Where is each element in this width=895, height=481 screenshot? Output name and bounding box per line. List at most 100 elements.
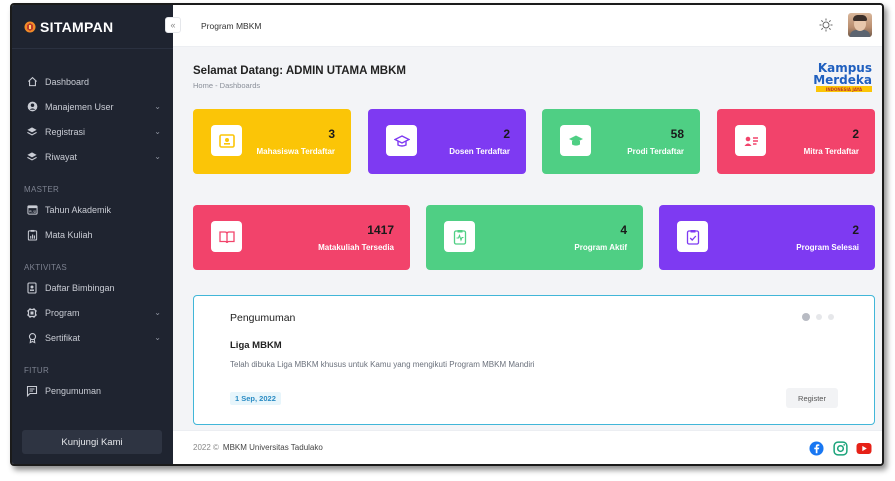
collapse-sidebar-button[interactable]: « bbox=[165, 17, 181, 33]
sidebar-item-daftar-bimbingan[interactable]: Daftar Bimbingan bbox=[12, 275, 173, 300]
card-value: 58 bbox=[670, 127, 684, 141]
card-value: 1417 bbox=[367, 223, 394, 237]
calendar-icon: Aug bbox=[26, 204, 38, 216]
card-label: Program Aktif bbox=[574, 243, 627, 252]
card-value: 2 bbox=[503, 127, 510, 141]
layers-icon bbox=[26, 126, 38, 138]
id-card-icon bbox=[26, 281, 38, 294]
sidebar-nav: Dashboard Manajemen User ⌄ Registrasi ⌄ bbox=[12, 69, 173, 403]
clipboard-chart-icon bbox=[26, 229, 38, 241]
carousel-dots[interactable] bbox=[802, 313, 834, 321]
app-window: SITAMPAN Dashboard Manajemen User ⌄ Regi… bbox=[10, 3, 884, 466]
card-program-aktif[interactable]: 4 Program Aktif bbox=[426, 205, 643, 270]
kampus-merdeka-logo: Kampus Merdeka INDONESIA JAYA bbox=[813, 61, 872, 92]
sidebar-item-label: Tahun Akademik bbox=[45, 204, 112, 215]
chevron-down-icon: ⌄ bbox=[154, 308, 161, 317]
visit-us-button[interactable]: Kunjungi Kami bbox=[22, 430, 162, 454]
graduation-cap-icon bbox=[386, 125, 417, 156]
award-icon bbox=[26, 332, 38, 344]
sidebar-item-sertifikat[interactable]: Sertifikat ⌄ bbox=[12, 325, 173, 350]
svg-text:Merdeka: Merdeka bbox=[813, 73, 872, 87]
brand-logo-icon bbox=[24, 21, 36, 32]
contact-card-icon bbox=[735, 125, 766, 156]
card-value: 2 bbox=[852, 223, 859, 237]
announcement-heading: Liga MBKM bbox=[230, 340, 282, 351]
chevron-down-icon: ⌄ bbox=[154, 333, 161, 342]
sidebar-item-mata-kuliah[interactable]: Mata Kuliah bbox=[12, 222, 173, 247]
carousel-dot[interactable] bbox=[828, 314, 834, 320]
sidebar-item-manajemen-user[interactable]: Manajemen User ⌄ bbox=[12, 94, 173, 119]
card-prodi[interactable]: 58 Prodi Terdaftar bbox=[542, 109, 700, 174]
card-matakuliah[interactable]: 1417 Matakuliah Tersedia bbox=[193, 205, 410, 270]
card-label: Mahasiswa Terdaftar bbox=[256, 147, 335, 156]
main-content: Selamat Datang: ADMIN UTAMA MBKM Home - … bbox=[173, 47, 882, 464]
sidebar-item-program[interactable]: Program ⌄ bbox=[12, 300, 173, 325]
topbar-title: Program MBKM bbox=[201, 20, 262, 31]
card-value: 4 bbox=[620, 223, 627, 237]
sidebar-item-pengumuman[interactable]: Pengumuman bbox=[12, 378, 173, 403]
instagram-icon[interactable] bbox=[832, 440, 848, 456]
section-fitur: FITUR bbox=[24, 366, 50, 375]
card-dosen[interactable]: 2 Dosen Terdaftar bbox=[368, 109, 526, 174]
sidebar-item-label: Sertifikat bbox=[45, 332, 81, 343]
clipboard-pulse-icon bbox=[444, 221, 475, 252]
announcement-title: Pengumuman bbox=[230, 312, 296, 324]
sidebar-item-dashboard[interactable]: Dashboard bbox=[12, 69, 173, 94]
register-button[interactable]: Register bbox=[786, 388, 838, 408]
card-mahasiswa[interactable]: 3 Mahasiswa Terdaftar bbox=[193, 109, 351, 174]
youtube-icon[interactable] bbox=[856, 440, 872, 456]
chevron-down-icon: ⌄ bbox=[154, 152, 161, 161]
sidebar-item-label: Dashboard bbox=[45, 76, 90, 87]
sun-icon[interactable] bbox=[818, 17, 834, 33]
footer-year: 2022 © bbox=[193, 443, 219, 452]
student-card-icon bbox=[211, 125, 242, 156]
card-label: Matakuliah Tersedia bbox=[318, 243, 394, 252]
card-label: Mitra Terdaftar bbox=[803, 147, 859, 156]
card-program-selesai[interactable]: 2 Program Selesai bbox=[659, 205, 875, 270]
card-value: 3 bbox=[328, 127, 335, 141]
carousel-dot[interactable] bbox=[816, 314, 822, 320]
announcement-body: Telah dibuka Liga MBKM khusus untuk Kamu… bbox=[230, 360, 535, 369]
card-label: Prodi Terdaftar bbox=[627, 147, 684, 156]
brand-name: SITAMPAN bbox=[40, 18, 114, 35]
cpu-icon bbox=[26, 307, 38, 319]
carousel-dot[interactable] bbox=[802, 313, 810, 321]
sidebar-item-label: Mata Kuliah bbox=[45, 229, 93, 240]
sidebar-item-label: Daftar Bimbingan bbox=[45, 282, 115, 293]
card-value: 2 bbox=[852, 127, 859, 141]
card-label: Program Selesai bbox=[796, 243, 859, 252]
breadcrumb: Home - Dashboards bbox=[193, 81, 261, 90]
date-badge: 1 Sep, 2022 bbox=[230, 392, 281, 405]
sidebar-item-label: Registrasi bbox=[45, 126, 86, 137]
sidebar-item-label: Manajemen User bbox=[45, 101, 114, 112]
footer: 2022 © MBKM Universitas Tadulako bbox=[173, 430, 882, 464]
svg-text:Aug: Aug bbox=[28, 210, 35, 214]
topbar: Program MBKM bbox=[173, 5, 882, 47]
sidebar-item-label: Pengumuman bbox=[45, 385, 102, 396]
sidebar-item-label: Program bbox=[45, 307, 80, 318]
page-title: Selamat Datang: ADMIN UTAMA MBKM bbox=[193, 65, 406, 77]
avatar[interactable] bbox=[848, 13, 872, 37]
book-open-icon bbox=[211, 221, 242, 252]
message-square-icon bbox=[26, 385, 38, 397]
chevron-down-icon: ⌄ bbox=[154, 127, 161, 136]
sidebar-item-registrasi[interactable]: Registrasi ⌄ bbox=[12, 119, 173, 144]
brand[interactable]: SITAMPAN bbox=[12, 5, 173, 49]
sidebar: SITAMPAN Dashboard Manajemen User ⌄ Regi… bbox=[12, 5, 173, 464]
card-label: Dosen Terdaftar bbox=[449, 147, 510, 156]
svg-text:INDONESIA JAYA: INDONESIA JAYA bbox=[826, 87, 863, 92]
mortarboard-icon bbox=[560, 125, 591, 156]
sidebar-item-label: Riwayat bbox=[45, 151, 78, 162]
sidebar-item-tahun-akademik[interactable]: Aug Tahun Akademik bbox=[12, 197, 173, 222]
chevron-down-icon: ⌄ bbox=[154, 102, 161, 111]
section-master: MASTER bbox=[24, 185, 60, 194]
card-mitra[interactable]: 2 Mitra Terdaftar bbox=[717, 109, 875, 174]
footer-org[interactable]: MBKM Universitas Tadulako bbox=[223, 443, 323, 452]
sidebar-item-riwayat[interactable]: Riwayat ⌄ bbox=[12, 144, 173, 169]
section-aktivitas: AKTIVITAS bbox=[24, 263, 68, 272]
facebook-icon[interactable] bbox=[808, 440, 824, 456]
home-icon bbox=[26, 76, 38, 88]
user-circle-icon bbox=[26, 101, 38, 113]
layers-icon bbox=[26, 151, 38, 163]
announcement-panel: Pengumuman Liga MBKM Telah dibuka Liga M… bbox=[193, 295, 875, 425]
